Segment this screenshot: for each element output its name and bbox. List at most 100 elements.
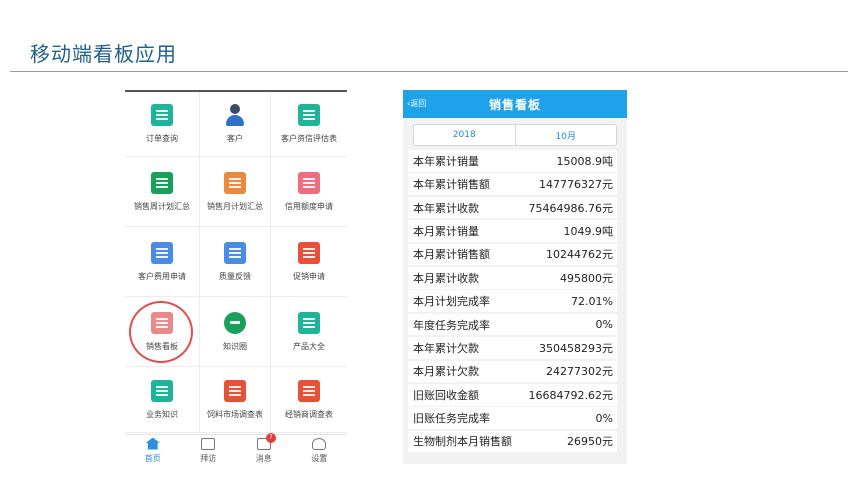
metric-value: 15008.9吨 <box>556 154 614 168</box>
metric-value: 75464986.76元 <box>528 201 613 215</box>
metric-row: 本月累计收款 495800元 <box>408 266 617 289</box>
metric-value: 24277302元 <box>546 365 613 379</box>
bottom-tab-bar: 首页 拜访 7 消息 设置 <box>125 432 348 466</box>
metric-row: 本年累计欠款 350458293元 <box>408 337 617 359</box>
tab-label: 设置 <box>311 453 328 463</box>
settings-user-icon <box>312 437 327 450</box>
app-tile-label: 产品大全 <box>293 341 325 351</box>
app-grid: 订单查询 客户 客户资信评估表销售周计划汇总 销售月计划汇总 信用额度申请客户费用申请 质… <box>125 92 347 433</box>
tab-item[interactable]: 设置 <box>292 435 348 466</box>
sales-board-screen: ‹返回 销售看板 2018 10月 本年累计销量 15008.9吨本年累计销售额 1… <box>403 90 627 464</box>
monthly-plan-icon <box>224 171 246 194</box>
tab-item[interactable]: 拜访 <box>181 435 237 466</box>
metric-label: 本月累计销量 <box>413 224 479 238</box>
customer-icon <box>224 104 246 126</box>
slide-title: 移动端看板应用 <box>30 42 177 66</box>
app-tile-label: 知识圈 <box>223 341 247 351</box>
metric-row: 旧账回收金额 16684792.62元 <box>408 383 617 406</box>
app-tile[interactable]: 知识圈 <box>200 297 271 367</box>
metric-label: 生物制剂本月销售额 <box>413 435 512 449</box>
metric-label: 本月累计欠款 <box>413 365 479 379</box>
app-tile-label: 销售周计划汇总 <box>134 201 190 211</box>
app-tile[interactable]: 经销商调查表 <box>271 367 347 433</box>
app-tile-label: 客户 <box>227 134 243 143</box>
metric-row: 本月累计销售额 10244762元 <box>408 243 617 266</box>
app-tile[interactable]: 销售月计划汇总 <box>200 157 271 227</box>
metric-value: 16684792.62元 <box>528 388 613 402</box>
unread-badge: 7 <box>265 432 276 443</box>
message-icon: 7 <box>256 432 276 450</box>
app-tile[interactable]: 订单查询 <box>125 92 200 157</box>
metric-row: 年度任务完成率 0% <box>408 313 617 336</box>
app-tile[interactable]: 销售看板 <box>125 297 200 367</box>
product-catalog-icon <box>298 311 320 334</box>
metric-label: 本年累计欠款 <box>413 341 479 355</box>
app-tile[interactable]: 饲料市场调查表 <box>200 367 271 433</box>
app-tile[interactable]: 客户费用申请 <box>125 227 200 297</box>
metric-label: 旧账回收金额 <box>413 388 479 402</box>
app-tile-label: 信用额度申请 <box>285 201 333 211</box>
metric-label: 本年累计销量 <box>413 154 479 168</box>
metric-value: 1049.9吨 <box>563 224 614 238</box>
metric-row: 本月计划完成率 72.01% <box>408 290 617 312</box>
title-divider <box>10 71 848 72</box>
app-tile-label: 客户资信评估表 <box>281 134 337 143</box>
tab-item[interactable]: 首页 <box>125 435 181 466</box>
app-tile[interactable]: 信用额度申请 <box>271 157 347 227</box>
home-icon <box>145 437 160 450</box>
app-tile[interactable]: 客户 <box>200 92 271 157</box>
nav-bar: ‹返回 销售看板 <box>403 90 627 118</box>
order-query-icon <box>151 104 173 126</box>
metric-row: 本年累计收款 75464986.76元 <box>408 196 617 219</box>
back-button[interactable]: ‹返回 <box>407 98 426 109</box>
metric-row: 本月累计欠款 24277302元 <box>408 360 617 383</box>
app-tile-label: 饲料市场调查表 <box>207 409 263 419</box>
app-tile[interactable]: 产品大全 <box>271 297 347 367</box>
metric-row: 本月累计销量 1049.9吨 <box>408 220 617 242</box>
metric-row: 旧账任务完成率 0% <box>408 407 617 429</box>
metric-value: 72.01% <box>571 294 613 308</box>
metric-value: 0% <box>595 411 613 425</box>
nav-title: 销售看板 <box>488 97 541 112</box>
weekly-plan-icon <box>151 171 173 194</box>
metric-value: 350458293元 <box>539 341 613 355</box>
metric-label: 本月累计销售额 <box>413 248 490 262</box>
app-tile[interactable]: 促销申请 <box>271 227 347 297</box>
metric-row: 生物制剂本月销售额 26950元 <box>408 430 617 453</box>
app-tile[interactable]: 业务知识 <box>125 367 200 433</box>
back-label: 返回 <box>410 99 427 108</box>
app-tile-label: 业务知识 <box>146 409 178 419</box>
app-tile-label: 订单查询 <box>146 134 178 143</box>
tab-item[interactable]: 7 消息 <box>236 432 292 466</box>
briefcase-icon <box>201 437 216 450</box>
promotion-request-icon <box>298 241 320 264</box>
tab-label: 首页 <box>144 453 161 463</box>
metric-value: 26950元 <box>567 435 613 449</box>
app-grid-screen: 订单查询 客户 客户资信评估表销售周计划汇总 销售月计划汇总 信用额度申请客户费用申请 质… <box>125 90 347 464</box>
metric-value: 10244762元 <box>546 248 613 262</box>
app-tile[interactable]: 质量反馈 <box>200 227 271 297</box>
metric-label: 本年累计收款 <box>413 201 479 215</box>
business-knowledge-icon <box>151 379 173 402</box>
metric-label: 年度任务完成率 <box>413 318 490 332</box>
year-selector[interactable]: 2018 <box>414 125 515 145</box>
app-tile[interactable]: 客户资信评估表 <box>271 92 347 157</box>
metrics-list: 本年累计销量 15008.9吨本年累计销售额 147776327元本年累计收款 754… <box>403 150 627 453</box>
metric-value: 147776327元 <box>539 178 613 192</box>
quality-feedback-icon <box>224 241 246 264</box>
credit-limit-icon <box>298 171 320 194</box>
tab-label: 拜访 <box>200 453 217 463</box>
metric-row: 本年累计销售额 147776327元 <box>408 173 617 195</box>
app-tile-label: 质量反馈 <box>219 271 251 281</box>
metric-value: 495800元 <box>560 271 613 285</box>
metric-row: 本年累计销量 15008.9吨 <box>408 150 617 172</box>
app-tile-label: 经销商调查表 <box>285 409 333 419</box>
app-tile[interactable]: 销售周计划汇总 <box>125 157 200 227</box>
tab-label: 消息 <box>255 453 272 463</box>
metric-label: 本年累计销售额 <box>413 178 490 192</box>
metric-label: 旧账任务完成率 <box>413 412 490 426</box>
month-selector[interactable]: 10月 <box>514 125 617 145</box>
app-tile-label: 客户费用申请 <box>138 271 186 281</box>
expense-request-icon <box>151 241 173 264</box>
feed-market-survey-icon <box>224 379 246 402</box>
